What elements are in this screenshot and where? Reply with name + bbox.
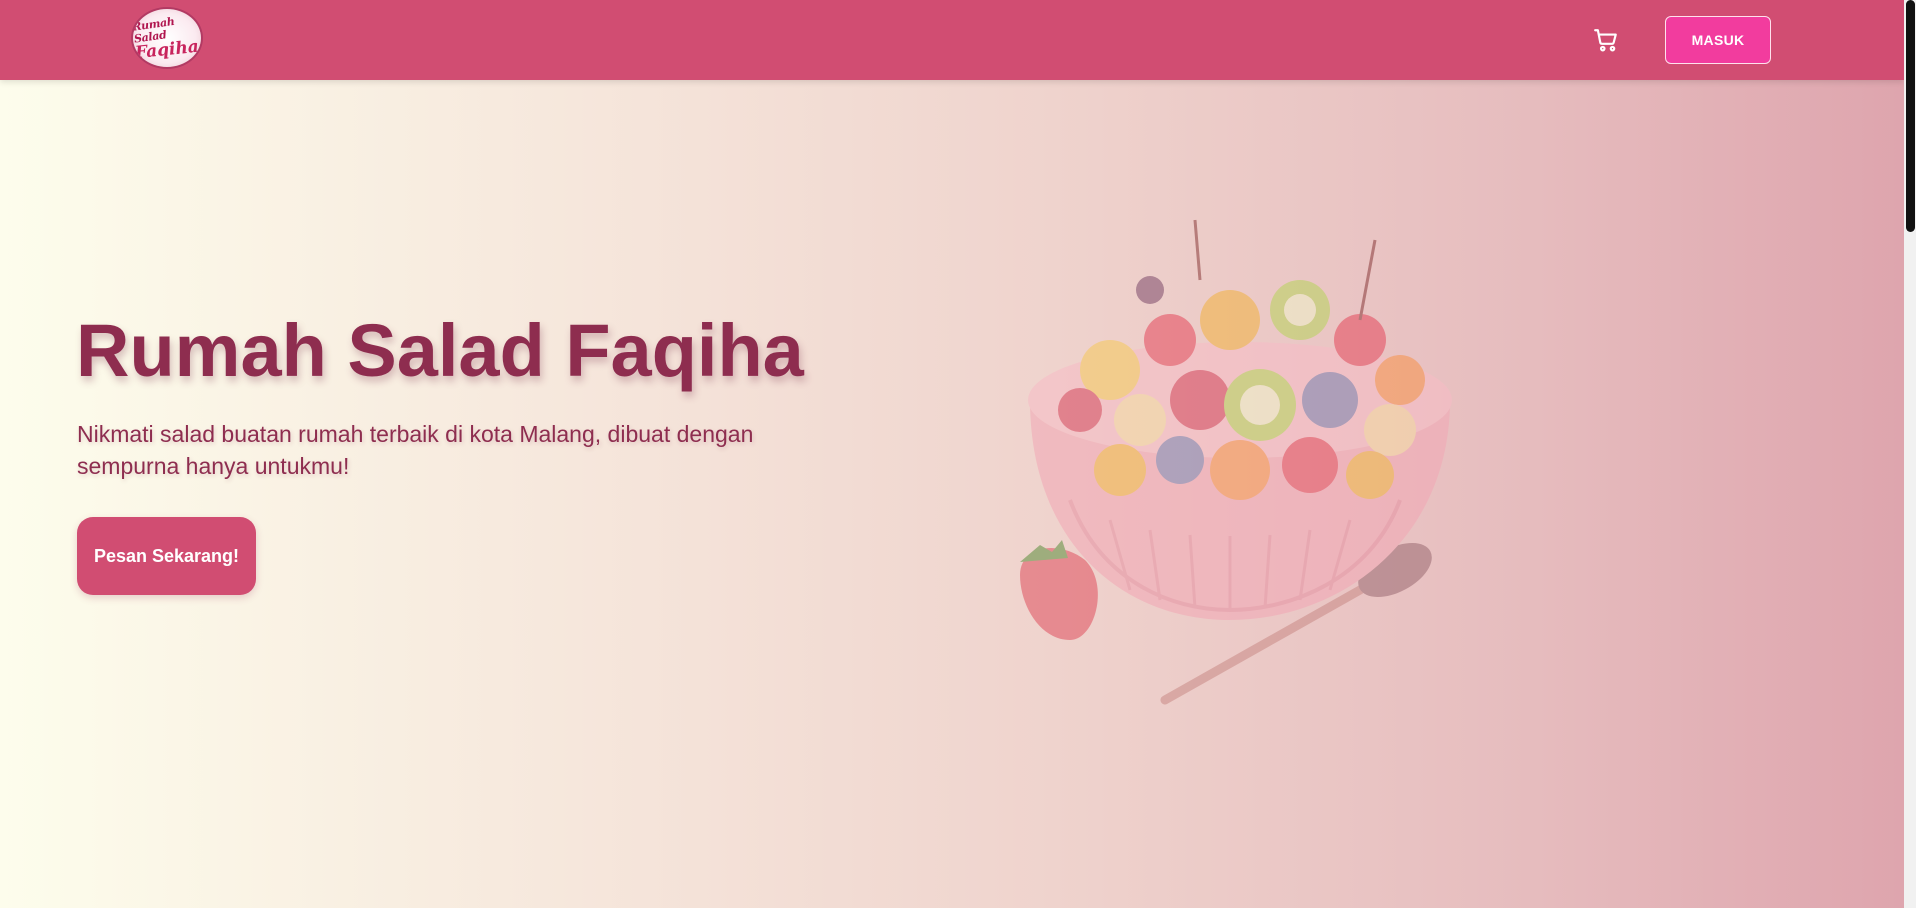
logo[interactable]: Rumah Salad Faqiha: [131, 7, 203, 69]
page: Rumah Salad Faqiha MASUK Rumah Salad Faq…: [0, 0, 1916, 908]
scrollbar-thumb[interactable]: [1906, 0, 1915, 232]
vertical-scrollbar[interactable]: [1904, 0, 1916, 908]
shopping-cart-icon[interactable]: [1593, 27, 1619, 53]
logo-text-bottom: Faqiha: [134, 36, 200, 64]
navbar: Rumah Salad Faqiha MASUK: [0, 0, 1904, 80]
order-now-button[interactable]: Pesan Sekarang!: [77, 517, 256, 595]
fruit-salad-bowl-image: [1020, 219, 1452, 705]
hero-subtitle: Nikmati salad buatan rumah terbaik di ko…: [77, 421, 754, 479]
hero-title: Rumah Salad Faqiha: [76, 309, 804, 392]
login-button[interactable]: MASUK: [1665, 16, 1771, 64]
